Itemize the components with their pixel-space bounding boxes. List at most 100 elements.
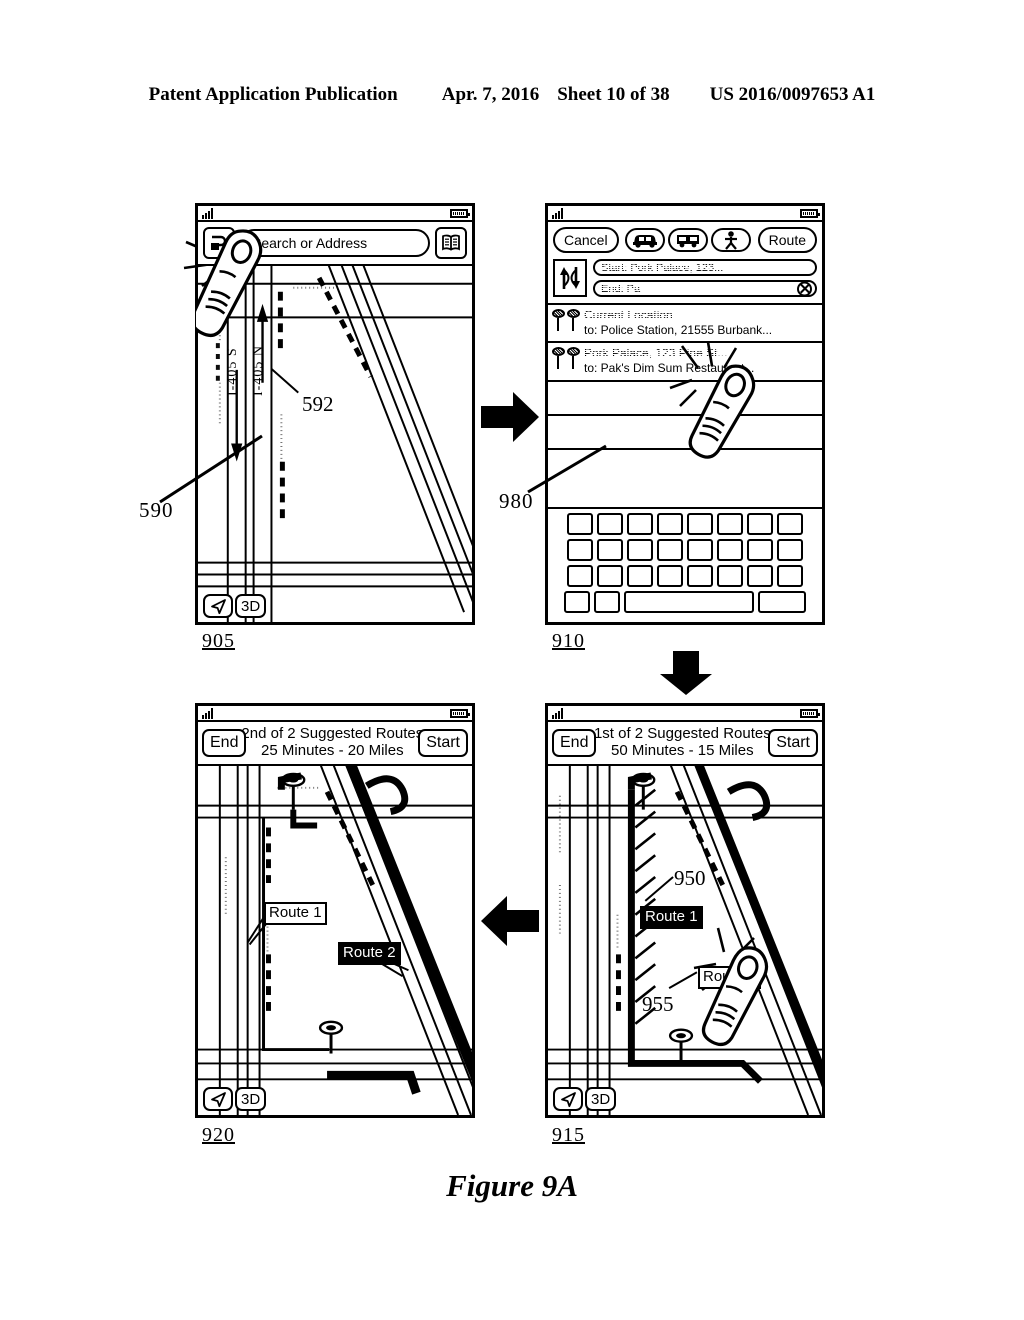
end-field[interactable]: End: Pa [593,280,817,297]
leader-line-590 [159,434,263,504]
bus-icon [677,235,700,248]
key[interactable] [597,513,623,535]
key[interactable] [627,513,653,535]
start-button[interactable]: Start [768,729,818,757]
key[interactable] [717,539,743,561]
threed-label: 3D [591,1090,611,1108]
locate-button[interactable] [553,1087,583,1111]
flow-arrow-right-top [481,392,539,442]
key[interactable] [567,565,593,587]
route-summary: 1st of 2 Suggested Routes 50 Minutes - 1… [588,725,776,760]
route-button[interactable]: Route [757,227,817,253]
threed-button[interactable]: 3D [235,594,267,618]
recent-origin: Current Location [584,308,818,323]
key[interactable] [597,539,623,561]
key[interactable] [597,565,623,587]
onscreen-keyboard [548,507,822,622]
route-1-badge[interactable]: Route 1 [640,906,703,929]
battery-icon [450,208,470,218]
key[interactable] [687,565,713,587]
key[interactable] [747,539,773,561]
key-space[interactable] [624,591,754,613]
key[interactable] [747,565,773,587]
locate-button[interactable] [203,594,233,618]
hand-cursor-905 [196,229,263,338]
key[interactable] [657,513,683,535]
end-button[interactable]: End [202,729,247,757]
start-field[interactable]: Start: Pork Palace, 123... [593,259,817,276]
directions-entry-panel: Cancel Route Start: Pork Palace, 123... … [548,222,822,305]
route-2-badge[interactable]: Route 2 [338,942,401,965]
bookmarks-button[interactable] [435,227,467,259]
route-overview-header-915: End 1st of 2 Suggested Routes 50 Minutes… [548,722,822,766]
panel-label-920: 920 [202,1124,235,1146]
phone-screen-920: End 2nd of 2 Suggested Routes 25 Minutes… [195,703,475,1118]
double-pin-icon [552,308,580,337]
keyboard-row-2 [551,539,819,561]
bookmark-book-icon [442,234,460,251]
end-button[interactable]: End [552,729,597,757]
search-input[interactable]: Search or Address [240,229,430,257]
threed-label: 3D [241,597,261,615]
hand-cursor-915 [701,946,769,1047]
key[interactable] [627,539,653,561]
key[interactable] [747,513,773,535]
key[interactable] [777,513,803,535]
status-bar [548,206,822,222]
key[interactable] [657,565,683,587]
list-item[interactable]: Current Location to: Police Station, 215… [548,305,822,344]
reference-numeral-592: 592 [302,392,334,416]
key-return[interactable] [758,591,806,613]
recent-destination: to: Police Station, 21555 Burbank... [584,322,773,337]
signal-bars-icon [202,707,213,719]
panel-label-915: 915 [552,1124,585,1146]
sheet-number: Sheet 10 of 38 [557,84,670,105]
swap-arrows-icon [560,267,580,289]
figure-caption: Figure 9A [446,1168,578,1203]
map-canvas-920[interactable]: Route 1 Route 2 3D [198,766,472,1115]
threed-button[interactable]: 3D [235,1087,267,1111]
key[interactable] [717,565,743,587]
key[interactable] [567,513,593,535]
threed-button[interactable]: 3D [585,1087,617,1111]
key[interactable] [687,513,713,535]
double-pin-icon [552,346,580,375]
swap-endpoints-button[interactable] [553,259,587,297]
start-value: Start: Pork Palace, 123... [601,261,724,274]
key-modifier[interactable] [564,591,590,613]
clear-circle-x-icon[interactable] [797,281,812,296]
map-controls-915: 3D [553,1087,617,1111]
route-summary-line1: 2nd of 2 Suggested Routes [241,725,424,743]
locate-button[interactable] [203,1087,233,1111]
cancel-button[interactable]: Cancel [553,227,619,253]
key[interactable] [627,565,653,587]
key[interactable] [687,539,713,561]
reference-numeral-950: 950 [674,866,706,890]
key[interactable] [777,539,803,561]
navigation-arrow-icon [210,598,226,614]
end-value: End: Pa [601,282,641,295]
status-bar [548,706,822,722]
document-number: US 2016/0097653 A1 [709,84,876,105]
map-controls-905: 3D [203,594,267,618]
route-summary-line2: 25 Minutes - 20 Miles [261,742,404,759]
page-header: Patent Application Publication Apr. 7, 2… [0,84,1024,106]
flow-arrow-down [660,651,712,695]
route-1-badge[interactable]: Route 1 [264,902,327,925]
mode-walk-button[interactable] [711,228,752,252]
mode-transit-button[interactable] [668,228,709,252]
signal-bars-icon [202,207,213,219]
key[interactable] [657,539,683,561]
key[interactable] [717,513,743,535]
key[interactable] [777,565,803,587]
key-modifier[interactable] [594,591,620,613]
phone-screen-915: End 1st of 2 Suggested Routes 50 Minutes… [545,703,825,1118]
navigation-arrow-icon [560,1091,576,1107]
mode-car-button[interactable] [625,228,666,252]
route-summary-line1: 1st of 2 Suggested Routes [593,725,771,743]
keyboard-row-1 [551,513,819,535]
key[interactable] [567,539,593,561]
hand-cursor-910 [688,364,756,459]
start-button[interactable]: Start [418,729,468,757]
flow-arrow-left-bottom [481,896,539,946]
